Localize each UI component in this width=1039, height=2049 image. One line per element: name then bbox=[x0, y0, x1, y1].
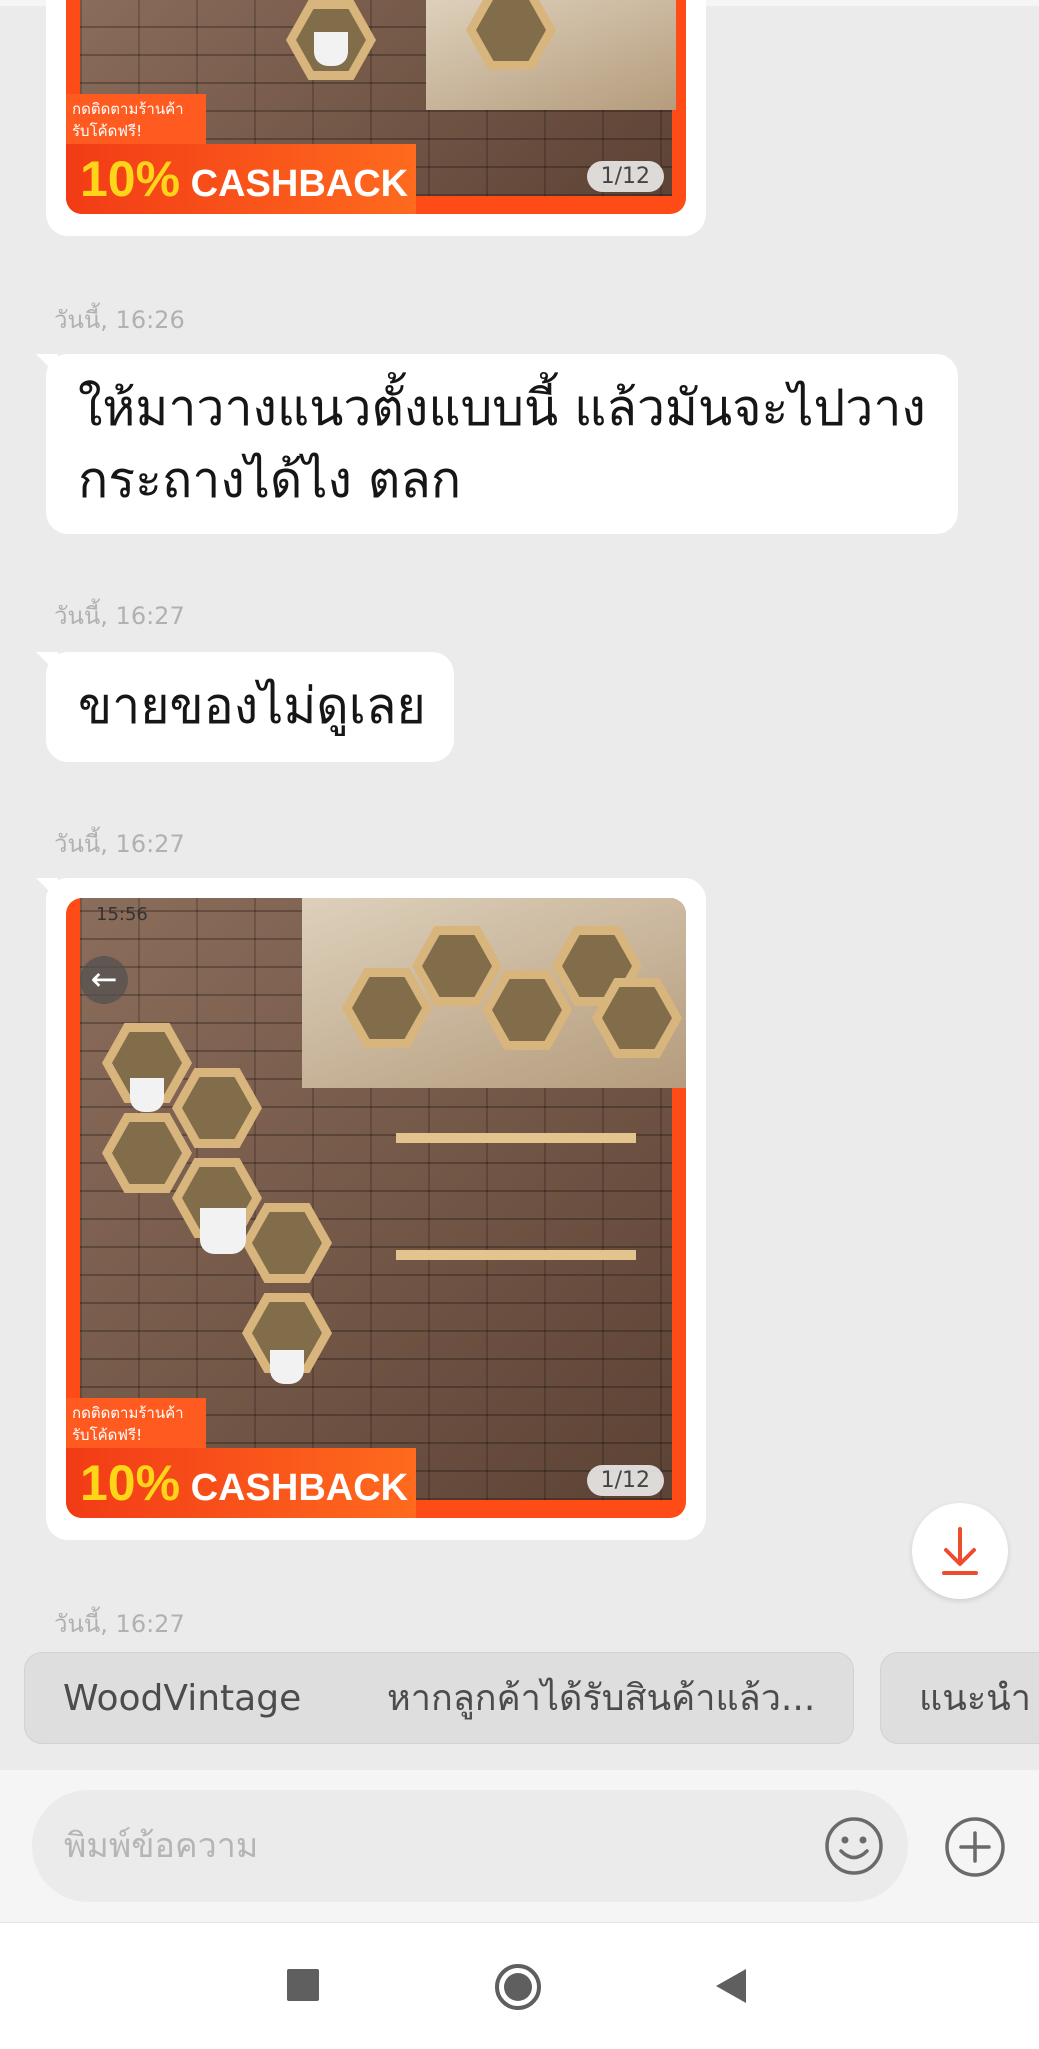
status-bar-time: 15:56 bbox=[96, 904, 148, 925]
cashback-percent: 10% bbox=[80, 1455, 181, 1511]
promo-tag: กดติดตามร้านค้า รับโค้ดฟรี! bbox=[66, 94, 206, 144]
flower-pot bbox=[130, 1078, 164, 1112]
quick-reply-shop-name: WoodVintage bbox=[63, 1678, 302, 1719]
quick-replies: WoodVintage หากลูกค้าได้รับสินค้าแล้ว...… bbox=[0, 1652, 1039, 1752]
message-timestamp: วันนี้, 16:26 bbox=[54, 306, 185, 334]
back-icon[interactable] bbox=[714, 1967, 748, 2005]
wall-shelf bbox=[396, 1133, 636, 1143]
cashback-text: 10% CASHBACK bbox=[66, 1448, 416, 1518]
promo-tag: กดติดตามร้านค้า รับโค้ดฟรี! bbox=[66, 1398, 206, 1448]
cashback-banner: กดติดตามร้านค้า รับโค้ดฟรี! 10% CASHBACK bbox=[66, 1398, 416, 1518]
cashback-banner: กดติดตามร้านค้า รับโค้ดฟรี! 10% CASHBACK bbox=[66, 94, 416, 214]
quick-reply-text: หากลูกค้าได้รับสินค้าแล้ว... bbox=[387, 1678, 816, 1719]
smiley-icon[interactable] bbox=[824, 1816, 884, 1876]
promo-line-2: รับโค้ดฟรี! bbox=[72, 1426, 143, 1444]
hexagon-shelf bbox=[412, 926, 502, 1006]
cashback-word: CASHBACK bbox=[190, 163, 409, 205]
message-input[interactable]: พิมพ์ข้อความ bbox=[32, 1790, 908, 1902]
message-input-placeholder: พิมพ์ข้อความ bbox=[64, 1826, 259, 1866]
message-bubble[interactable]: ให้มาวางแนวตั้งแบบนี้ แล้วมันจะไปวาง กระ… bbox=[36, 354, 958, 534]
promo-line-1: กดติดตามร้านค้า bbox=[72, 1404, 184, 1422]
quick-reply-chip[interactable]: WoodVintage หากลูกค้าได้รับสินค้าแล้ว... bbox=[24, 1652, 854, 1744]
message-timestamp: วันนี้, 16:27 bbox=[54, 1610, 185, 1638]
flower-pot bbox=[270, 1350, 304, 1384]
message-bubble[interactable]: ขายของไม่ดูเลย bbox=[36, 652, 454, 762]
image-back-arrow-icon[interactable]: ← bbox=[80, 956, 128, 1004]
message-timestamp: วันนี้, 16:27 bbox=[54, 830, 185, 858]
promo-line-2: รับโค้ดฟรี! bbox=[72, 122, 143, 140]
recent-apps-icon[interactable] bbox=[286, 1968, 320, 2002]
flower-pot bbox=[314, 32, 348, 66]
message-text-line: ขายของไม่ดูเลย bbox=[78, 677, 426, 735]
flower-pot bbox=[200, 1208, 246, 1254]
product-card[interactable]: กดติดตามร้านค้า รับโค้ดฟรี! 10% CASHBACK… bbox=[46, 0, 706, 236]
product-inset-photo bbox=[426, 0, 676, 110]
wall-shelf bbox=[396, 1250, 636, 1260]
promo-line-1: กดติดตามร้านค้า bbox=[72, 100, 184, 118]
hexagon-shelf bbox=[342, 968, 432, 1048]
message-composer: พิมพ์ข้อความ bbox=[0, 1770, 1039, 1922]
cashback-percent: 10% bbox=[80, 151, 181, 207]
download-arrow-icon bbox=[942, 1527, 978, 1575]
system-nav-bar bbox=[0, 1922, 1039, 2049]
product-card[interactable]: 15:56 ← กดติดตามร้านค้า รับโค้ดฟรี! 10% bbox=[36, 878, 706, 1540]
product-image[interactable]: กดติดตามร้านค้า รับโค้ดฟรี! 10% CASHBACK… bbox=[66, 0, 686, 214]
plus-circle-icon[interactable] bbox=[944, 1816, 1006, 1878]
scroll-to-bottom-button[interactable] bbox=[912, 1503, 1008, 1599]
image-counter: 1/12 bbox=[586, 161, 664, 192]
message-text-line: ให้มาวางแนวตั้งแบบนี้ แล้วมันจะไปวาง bbox=[78, 379, 926, 437]
hexagon-shelf bbox=[482, 970, 572, 1050]
product-image[interactable]: 15:56 ← กดติดตามร้านค้า รับโค้ดฟรี! 10% bbox=[66, 898, 686, 1518]
message-text-line: กระถางได้ไง ตลก bbox=[78, 451, 462, 509]
product-inset-photo bbox=[302, 898, 686, 1088]
cashback-text: 10% CASHBACK bbox=[66, 144, 416, 214]
home-icon[interactable] bbox=[494, 1963, 542, 2011]
quick-reply-text: แนะนำ bbox=[919, 1678, 1031, 1719]
image-counter: 1/12 bbox=[586, 1465, 664, 1496]
message-timestamp: วันนี้, 16:27 bbox=[54, 602, 185, 630]
cashback-word: CASHBACK bbox=[190, 1467, 409, 1509]
quick-reply-chip[interactable]: แนะนำ bbox=[880, 1652, 1039, 1744]
